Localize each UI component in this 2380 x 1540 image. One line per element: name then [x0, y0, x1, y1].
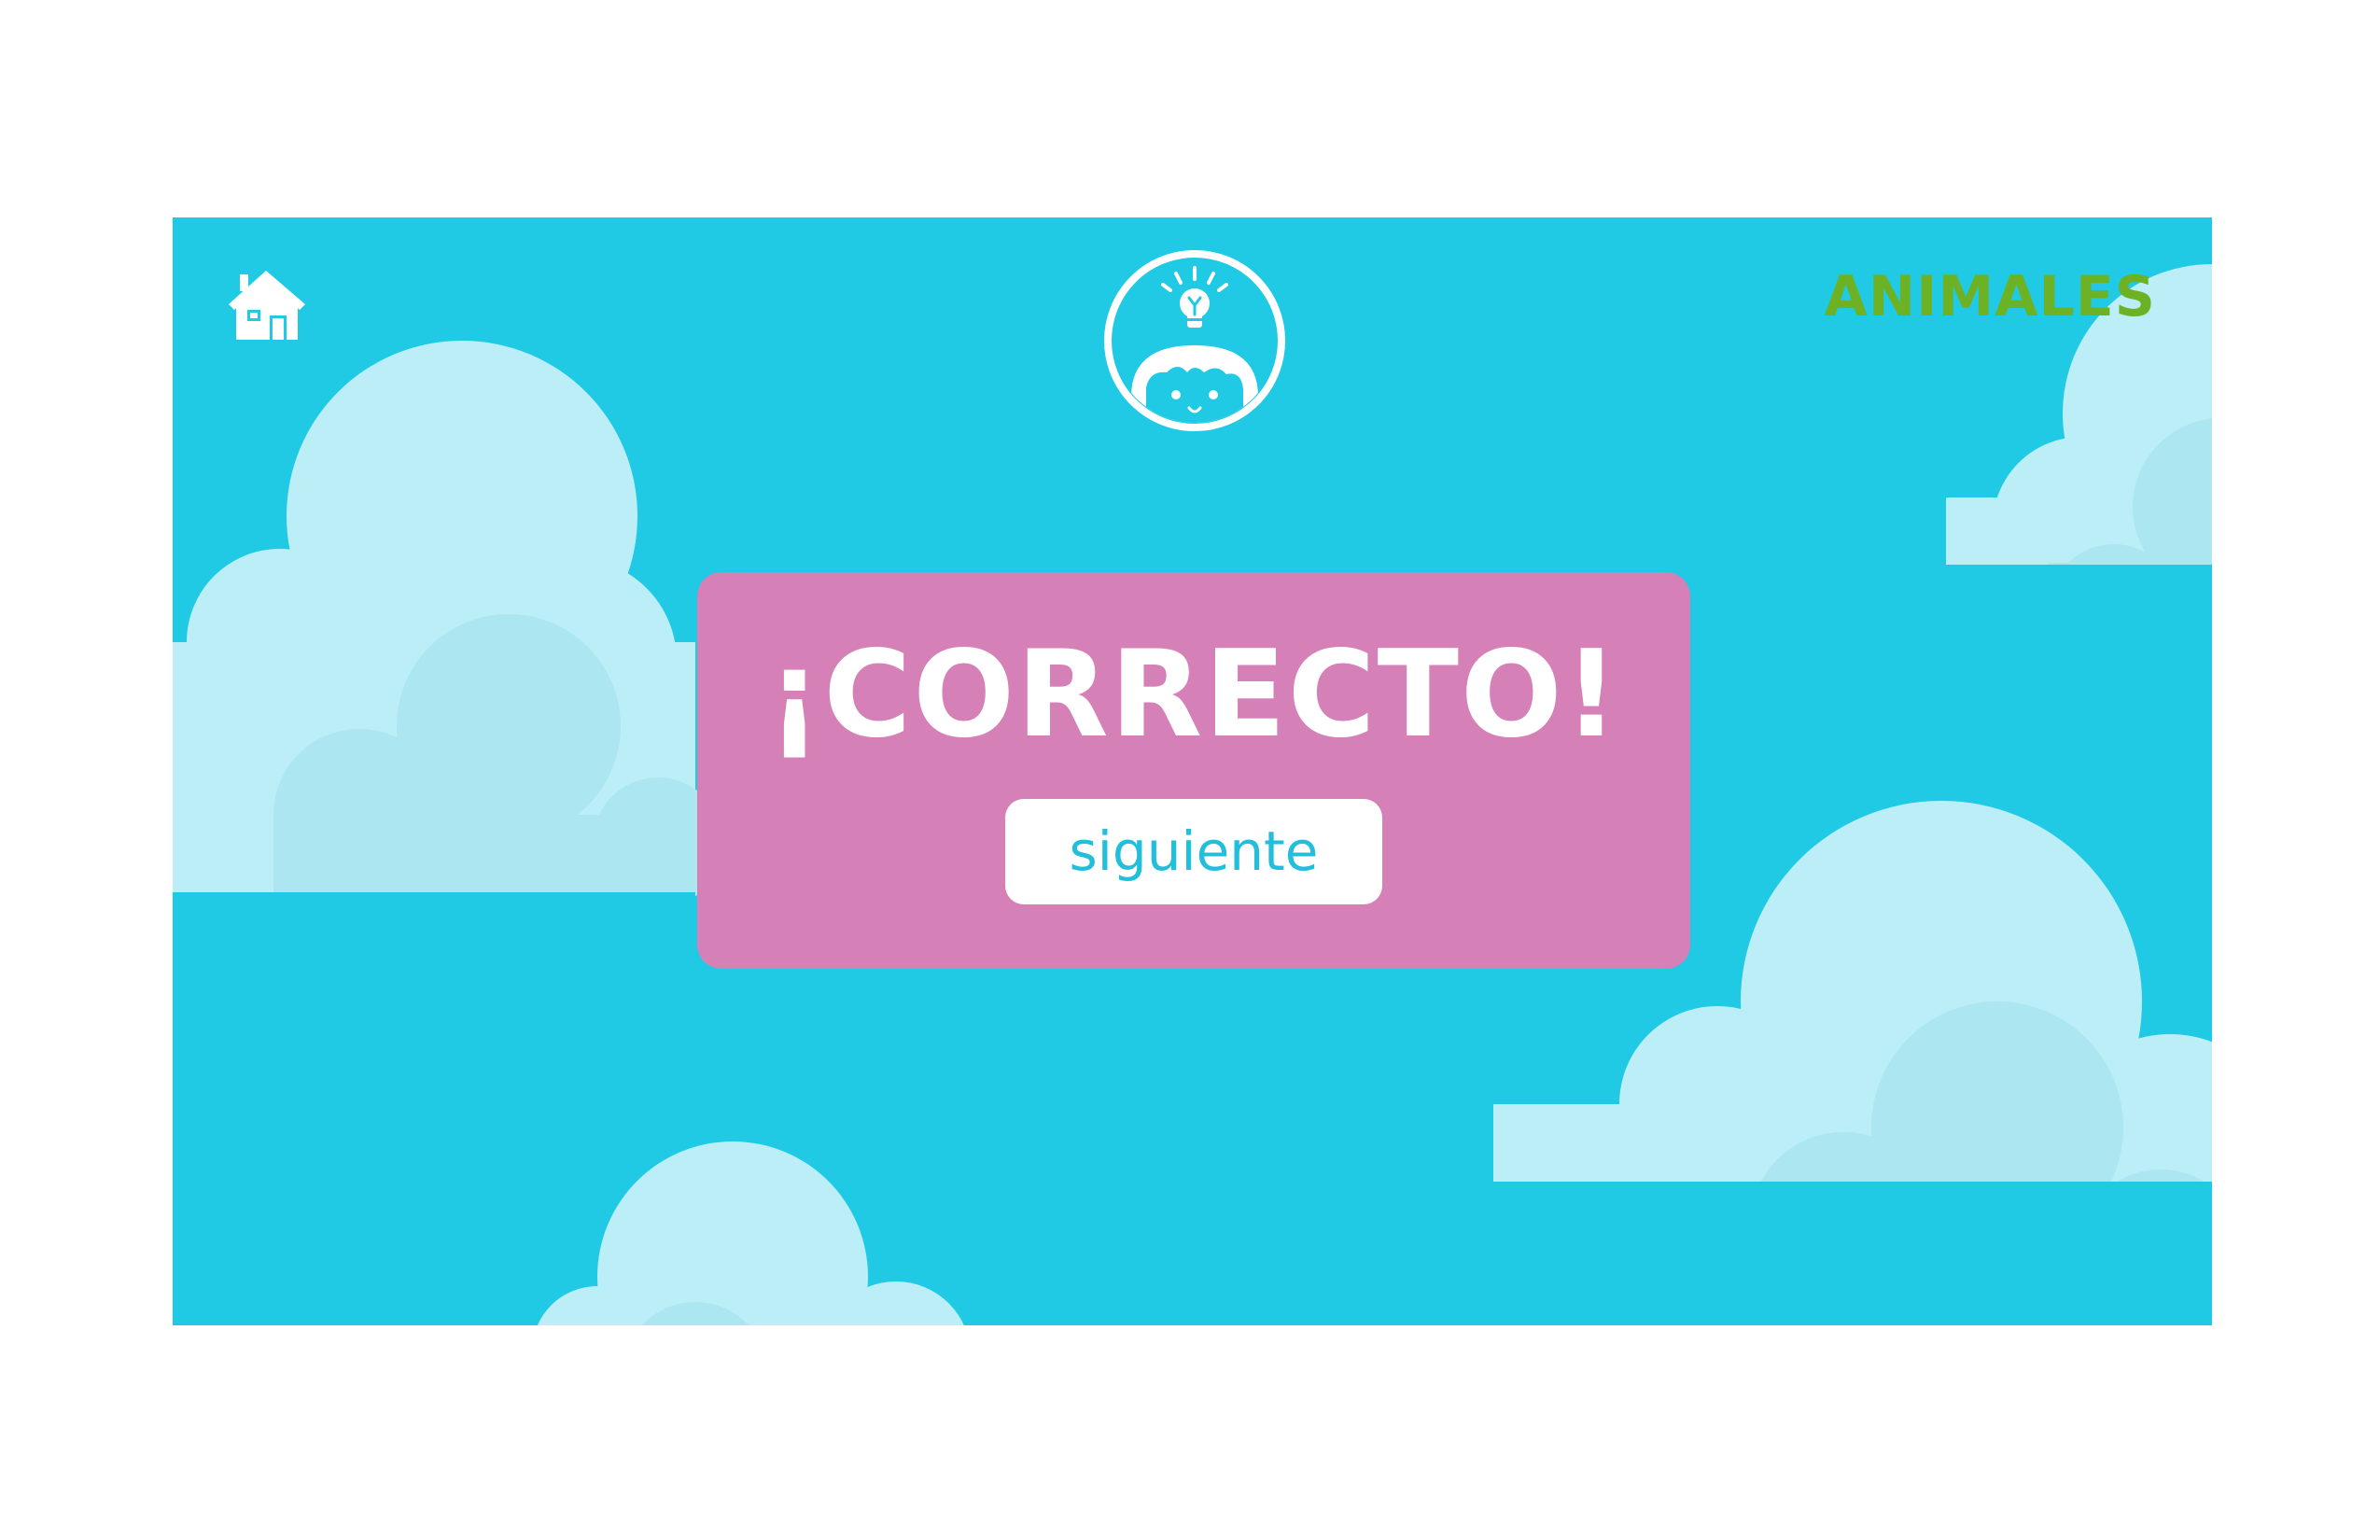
- next-button[interactable]: siguiente: [1005, 799, 1382, 904]
- house-icon: [229, 271, 305, 340]
- result-panel: ¡CORRECTO! siguiente: [697, 572, 1690, 969]
- game-frame: ANIMALES ¡CORRECTO! siguiente: [173, 217, 2212, 1325]
- avatar-badge: [1101, 247, 1288, 434]
- home-button[interactable]: [229, 269, 307, 343]
- category-title: ANIMALES: [1824, 264, 2156, 329]
- result-heading: ¡CORRECTO!: [766, 625, 1621, 764]
- child-lightbulb-icon: [1104, 250, 1285, 431]
